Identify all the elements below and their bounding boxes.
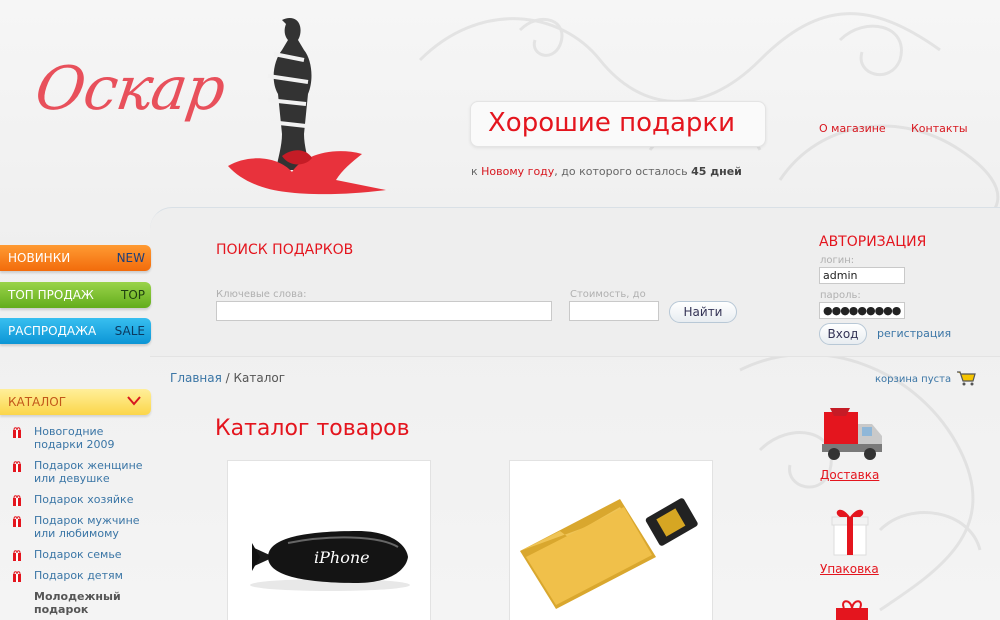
cart-status[interactable]: корзина пуста xyxy=(875,370,977,386)
password-input[interactable] xyxy=(819,302,905,319)
product-card[interactable] xyxy=(509,460,713,620)
oscar-statue-logo-image xyxy=(228,18,386,195)
tab-top-sales[interactable]: ТОП ПРОДАЖ TOP xyxy=(0,282,151,308)
tab-top-tag: TOP xyxy=(120,288,145,302)
packaging-link[interactable]: Упаковка xyxy=(820,562,879,576)
site-logo[interactable]: Оскар xyxy=(31,54,229,124)
chevron-down-icon xyxy=(127,396,141,406)
breadcrumb-current: Каталог xyxy=(233,371,286,385)
usb-folder-product-image[interactable] xyxy=(510,461,714,620)
price-input[interactable] xyxy=(569,301,659,321)
gift-icon xyxy=(13,550,21,561)
about-link[interactable]: О магазине xyxy=(819,122,886,135)
login-label: логин: xyxy=(820,255,855,266)
keywords-label: Ключевые слова: xyxy=(216,289,307,300)
tab-new[interactable]: НОВИНКИ NEW xyxy=(0,245,151,271)
catalog-header[interactable]: КАТАЛОГ xyxy=(0,389,151,415)
catalog-header-label: КАТАЛОГ xyxy=(8,395,67,409)
register-link[interactable]: регистрация xyxy=(877,327,951,340)
price-label: Стоимость, до xyxy=(570,289,646,300)
auth-title: АВТОРИЗАЦИЯ xyxy=(819,234,927,250)
catalog-item-label[interactable]: Новогодние подарки 2009 xyxy=(34,425,154,451)
breadcrumb-separator: / xyxy=(221,371,234,385)
holiday-link[interactable]: Новому году xyxy=(481,165,554,178)
login-input[interactable] xyxy=(819,267,905,284)
delivery-truck-icon[interactable] xyxy=(820,406,884,464)
catalog-item-label[interactable]: Подарок хозяйке xyxy=(34,493,154,506)
countdown-days: 45 дней xyxy=(691,165,742,178)
catalog-item-label[interactable]: Подарок мужчине или любимому xyxy=(34,514,154,540)
site-slogan: Хорошие подарки xyxy=(488,108,735,138)
catalog-item-label[interactable]: Подарок детям xyxy=(34,569,154,582)
page-title: Каталог товаров xyxy=(215,416,410,441)
catalog-item-label[interactable]: Подарок семье xyxy=(34,548,154,561)
countdown-prefix: к xyxy=(471,165,482,178)
tab-top-label: ТОП ПРОДАЖ xyxy=(8,288,94,302)
gift-icon xyxy=(13,516,21,527)
catalog-item-label[interactable]: Подарок женщине или девушке xyxy=(34,459,154,485)
gift-icon xyxy=(13,495,21,506)
catalog-item-label[interactable]: Молодежный подарок xyxy=(34,590,154,616)
search-button[interactable]: Найти xyxy=(669,301,737,323)
keywords-input[interactable] xyxy=(216,301,552,321)
tab-new-tag: NEW xyxy=(116,251,145,265)
iphone-text: iPhone xyxy=(314,548,370,567)
tab-sale[interactable]: РАСПРОДАЖА SALE xyxy=(0,318,151,344)
delivery-link[interactable]: Доставка xyxy=(820,468,879,482)
tab-sale-label: РАСПРОДАЖА xyxy=(8,324,97,338)
gift-icon xyxy=(13,427,21,438)
breadcrumb-home[interactable]: Главная xyxy=(170,371,222,385)
gift-icon xyxy=(13,461,21,472)
breadcrumb: Главная / Каталог xyxy=(170,371,285,385)
card-gift-icon[interactable] xyxy=(832,598,872,620)
login-button[interactable]: Вход xyxy=(819,323,867,345)
tab-new-label: НОВИНКИ xyxy=(8,251,71,265)
cart-label[interactable]: корзина пуста xyxy=(875,374,951,385)
search-title: ПОИСК ПОДАРКОВ xyxy=(216,242,354,258)
gift-box-icon[interactable] xyxy=(830,505,870,557)
product-card[interactable]: iPhone xyxy=(227,460,431,620)
cart-icon[interactable] xyxy=(956,370,977,386)
gift-icon xyxy=(13,571,21,582)
contacts-link[interactable]: Контакты xyxy=(911,122,968,135)
password-label: пароль: xyxy=(820,290,861,301)
holiday-countdown: к Новому году, до которого осталось 45 д… xyxy=(471,165,742,178)
iphone-bomb-product-image[interactable]: iPhone xyxy=(228,461,432,620)
tab-sale-tag: SALE xyxy=(114,324,145,338)
countdown-middle: , до которого осталось xyxy=(554,165,692,178)
